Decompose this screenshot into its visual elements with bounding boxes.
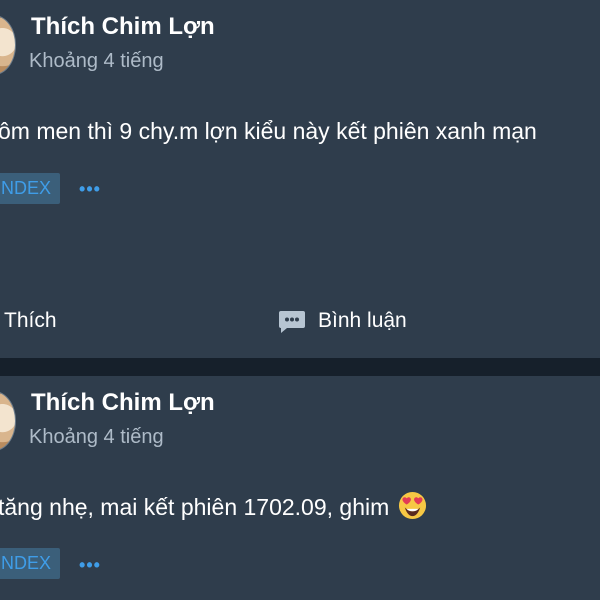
- comment-label: Bình luận: [318, 309, 407, 332]
- post-content-text: tăng nhẹ, mai kết phiên 1702.09, ghim: [0, 494, 390, 520]
- stock-tag[interactable]: NDEX: [0, 173, 61, 204]
- comment-button[interactable]: Bình luận: [278, 304, 407, 338]
- more-options-icon[interactable]: •••: [78, 180, 102, 198]
- author-name[interactable]: Thích Chim Lợn: [31, 12, 215, 42]
- author-avatar[interactable]: [0, 15, 16, 75]
- post-time[interactable]: Khoảng 4 tiếng: [29, 48, 164, 74]
- post-content: tăng nhẹ, mai kết phiên 1702.09, ghim: [0, 491, 427, 522]
- author-name[interactable]: Thích Chim Lợn: [31, 388, 215, 418]
- comment-bubble-icon: [279, 310, 305, 333]
- like-label: Thích: [4, 309, 57, 332]
- author-avatar[interactable]: [0, 391, 16, 451]
- feed-post: Thích Chim Lợn Khoảng 4 tiếng tăng nhẹ, …: [0, 376, 600, 600]
- post-content: ôm men thì 9 chy.m lợn kiểu này kết phiê…: [0, 118, 537, 144]
- stock-tag[interactable]: NDEX: [0, 548, 61, 579]
- more-options-icon[interactable]: •••: [78, 556, 102, 574]
- heart-eyes-emoji: [398, 491, 426, 520]
- social-feed: Thích Chim Lợn Khoảng 4 tiếng ôm men thì…: [0, 0, 600, 600]
- post-actions: Thích Bình luận: [0, 304, 600, 338]
- post-time[interactable]: Khoảng 4 tiếng: [29, 424, 164, 450]
- feed-post: Thích Chim Lợn Khoảng 4 tiếng ôm men thì…: [0, 0, 600, 358]
- post-separator: [0, 358, 600, 376]
- like-button[interactable]: Thích: [4, 304, 57, 338]
